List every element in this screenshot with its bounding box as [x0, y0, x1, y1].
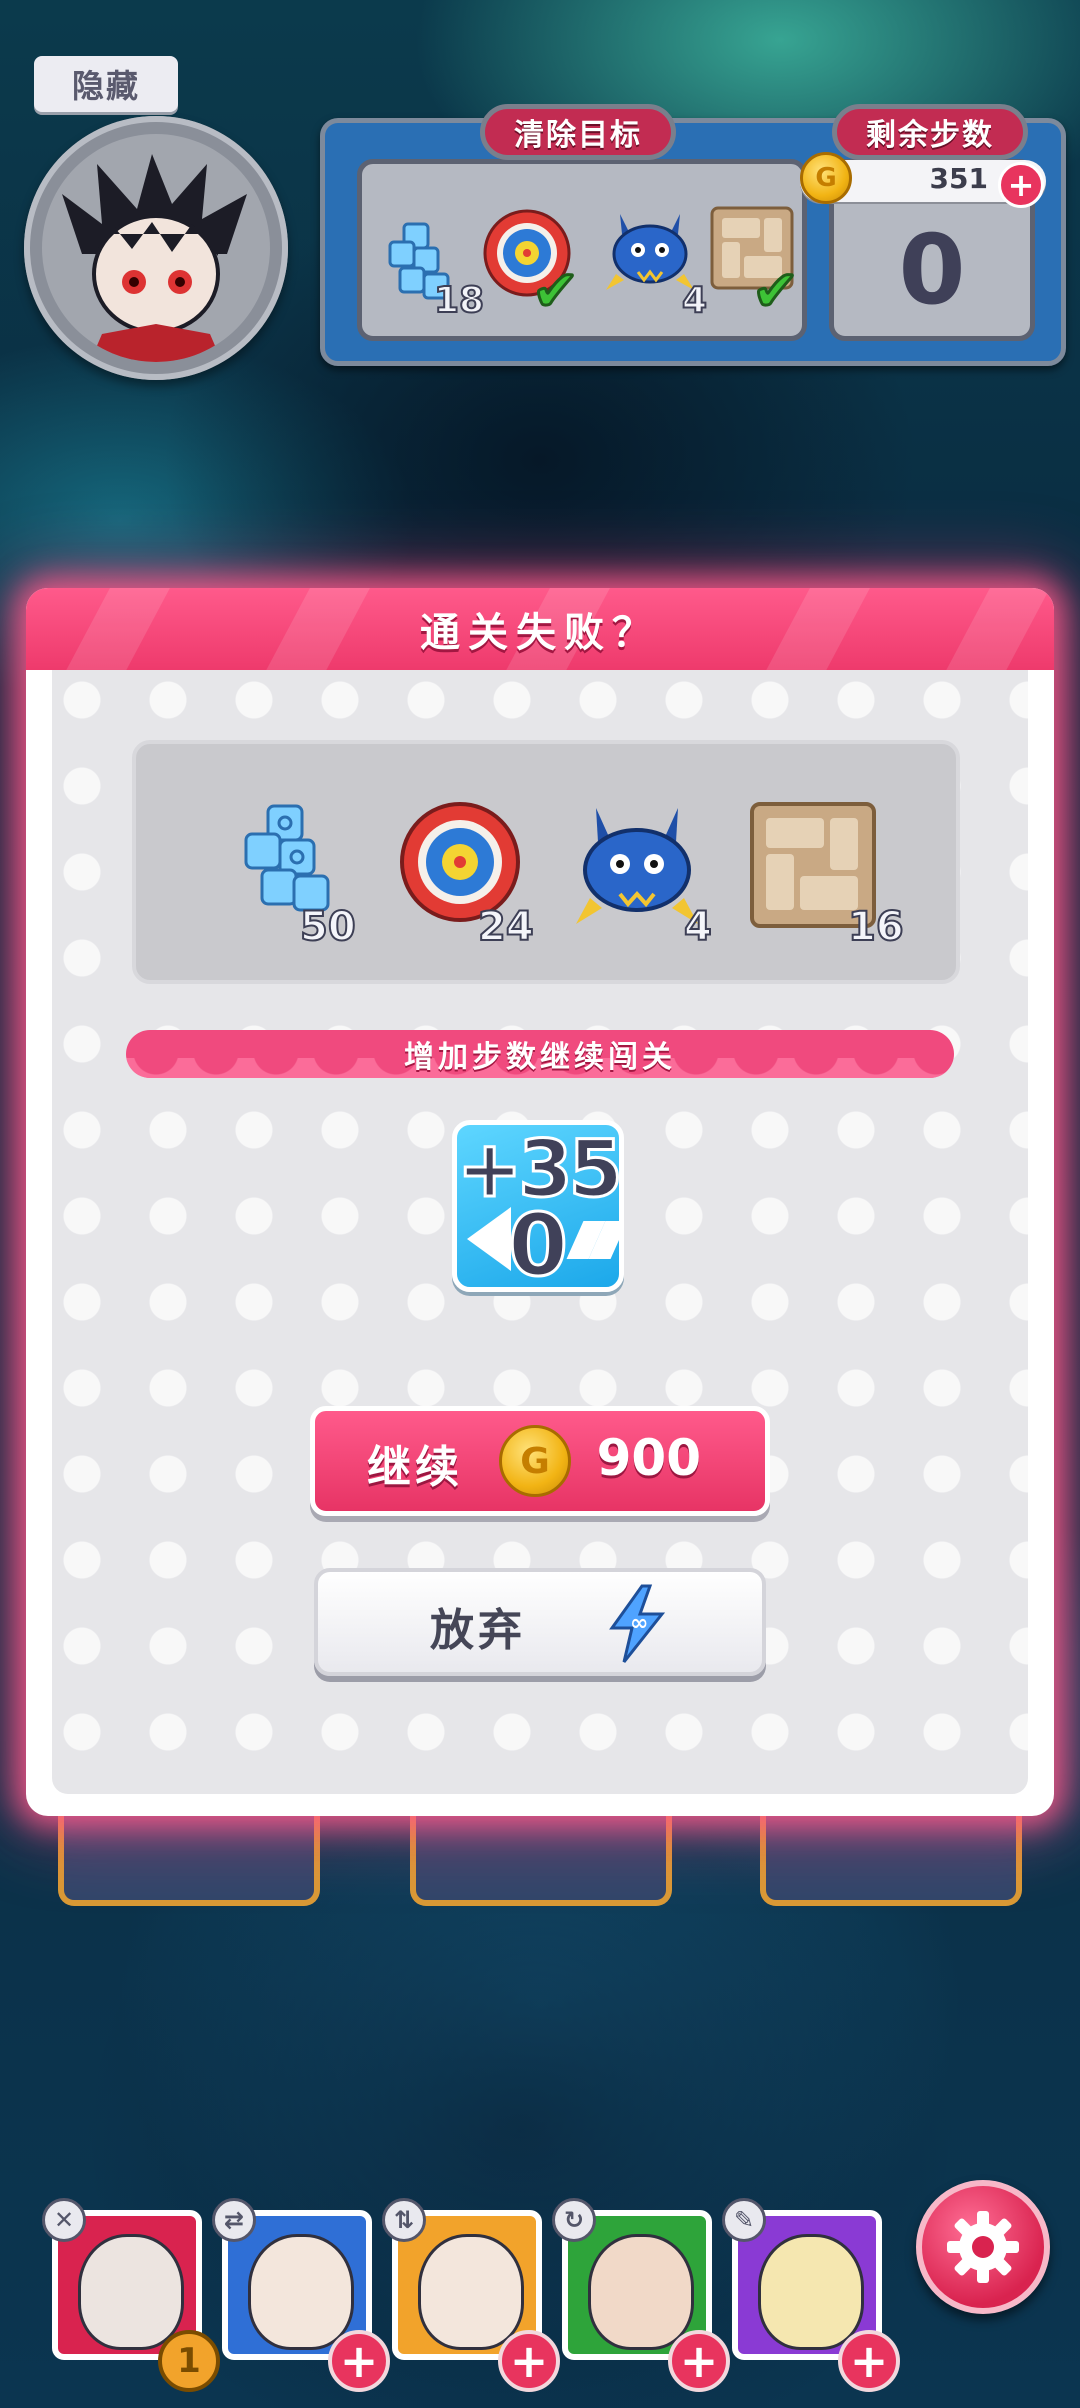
add-steps-ribbon-text: 增加步数继续闯关: [404, 1040, 676, 1075]
hud-target-count-crab: 4: [681, 279, 708, 322]
board-slot-middle: [410, 1810, 672, 1906]
hero-4-add-button[interactable]: +: [668, 2330, 730, 2392]
energy-lightning-icon: ∞: [609, 1584, 666, 1663]
give-up-button-label: 放弃: [430, 1605, 526, 1656]
add-coins-button[interactable]: +: [998, 162, 1044, 208]
hero-2-add-button[interactable]: +: [328, 2330, 390, 2392]
dialog-title: 通关失败？: [420, 610, 660, 656]
remaining-steps-value: 0: [898, 214, 966, 326]
hud-target-count-ice: 18: [433, 279, 485, 322]
vertical-arrows-icon: ⇅: [382, 2198, 426, 2242]
hud-target-done-check-icon: ✔: [531, 259, 581, 324]
coin-balance-value: 351: [929, 162, 988, 195]
board-slot-right: [760, 1810, 1022, 1906]
give-up-button[interactable]: 放弃 ∞: [314, 1568, 766, 1676]
requirement-count-crab: 4: [683, 903, 713, 951]
continue-button-label: 继续: [367, 1442, 463, 1493]
requirement-count-ice: 50: [299, 903, 357, 951]
clear-targets-box: 18 ✔ 4 ✔: [357, 159, 807, 341]
hero-3-add-button[interactable]: +: [498, 2330, 560, 2392]
hide-button[interactable]: 隐藏: [34, 56, 178, 112]
add-steps-ribbon: 增加步数继续闯关: [126, 1030, 954, 1078]
player-avatar[interactable]: [24, 116, 288, 380]
character-portrait-icon: [62, 154, 247, 362]
level-failed-dialog: 通关失败？ 50 24 4 16 增加步数继续闯关 +35 0 继续 G 900…: [26, 588, 1054, 1816]
hero-5-add-button[interactable]: +: [838, 2330, 900, 2392]
swap-icon: ⇄: [212, 2198, 256, 2242]
dialog-header: 通关失败？: [26, 588, 1054, 670]
refresh-icon: ↻: [552, 2198, 596, 2242]
avatar-portrait: [42, 134, 270, 362]
svg-text:∞: ∞: [630, 1611, 648, 1636]
extra-steps-card: +35 0: [452, 1120, 624, 1292]
coin-icon: G: [800, 152, 852, 204]
extra-steps-sub-value: 0: [507, 1196, 570, 1292]
crab-icon: [576, 808, 698, 924]
board-slot-left: [58, 1810, 320, 1906]
hero-1-count: 1: [158, 2330, 220, 2392]
close-icon: ✕: [42, 2198, 86, 2242]
remaining-steps-label: 剩余步数: [832, 104, 1028, 160]
hud-target-done-check-icon-2: ✔: [751, 259, 801, 324]
requirement-crab: [572, 800, 702, 930]
clear-targets-label: 清除目标: [480, 104, 676, 160]
requirement-count-target: 24: [477, 903, 535, 951]
continue-cost: 900: [596, 1429, 701, 1487]
coin-icon: G: [499, 1425, 571, 1497]
brush-icon: ✎: [722, 2198, 766, 2242]
settings-button[interactable]: [916, 2180, 1050, 2314]
requirement-count-stone: 16: [847, 903, 905, 951]
continue-button[interactable]: 继续 G 900: [310, 1406, 770, 1516]
requirements-panel: 50 24 4 16: [132, 740, 960, 984]
gear-icon: [947, 2211, 1019, 2283]
